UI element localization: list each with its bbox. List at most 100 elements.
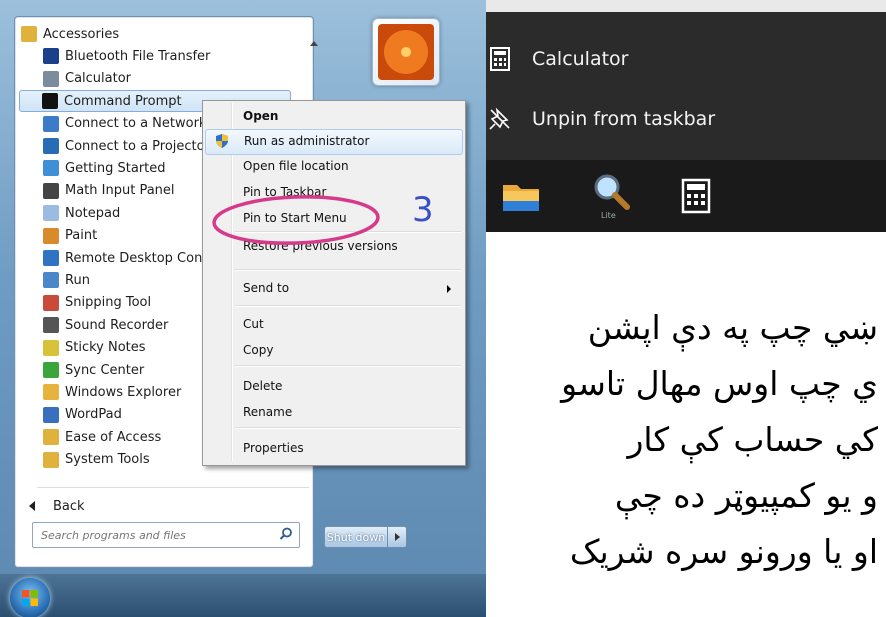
pashto-line-4: و يو کمپيوټر ده چې: [614, 476, 878, 515]
jumplist-label-unpin: Unpin from taskbar: [532, 108, 716, 130]
sync-icon: [43, 362, 59, 378]
magnifier-caption: Lite: [601, 211, 616, 220]
context-menu-item[interactable]: Delete: [205, 375, 461, 399]
command-prompt-icon: [42, 93, 58, 110]
context-menu-item[interactable]: Run as administrator: [205, 129, 463, 155]
search-box[interactable]: [32, 522, 300, 548]
search-icon[interactable]: [279, 527, 293, 541]
start-button[interactable]: [10, 578, 50, 617]
program-label: Sticky Notes: [65, 340, 146, 356]
getting-started-icon: [43, 160, 59, 177]
jumplist-label-calculator: Calculator: [532, 48, 629, 70]
folder-icon: [43, 429, 59, 446]
file-explorer-icon[interactable]: [486, 160, 556, 232]
unpin-icon: [486, 105, 514, 133]
program-label: Windows Explorer: [65, 384, 182, 400]
calculator-icon: [486, 45, 514, 73]
search-input[interactable]: [39, 526, 263, 544]
calculator-icon: [43, 70, 59, 87]
context-menu-label: Properties: [243, 441, 304, 455]
program-label: WordPad: [65, 407, 122, 423]
wordpad-icon: [43, 406, 59, 423]
program-label: Snipping Tool: [65, 295, 152, 311]
sticky-notes-icon: [43, 339, 59, 356]
program-label: Connect to a Projector: [65, 138, 210, 154]
context-menu-label: Rename: [243, 405, 293, 419]
projector-icon: [43, 138, 59, 154]
paint-icon: [43, 227, 59, 244]
context-menu-label: Send to: [243, 281, 290, 295]
bluetooth-icon: [43, 48, 59, 65]
highlight-circle-annotation: [212, 195, 380, 245]
taskbar-pinned-icons: Lite: [486, 160, 886, 232]
program-label: Paint: [65, 228, 98, 244]
calculator-tile-icon[interactable]: [661, 160, 731, 232]
context-menu-item[interactable]: Cut: [205, 313, 461, 337]
run-icon: [43, 272, 59, 289]
explorer-icon: [43, 384, 59, 401]
program-label: Getting Started: [65, 160, 166, 176]
folder-icon: [21, 26, 37, 42]
context-menu: Open Run as administrator Open file locati…: [202, 100, 466, 466]
uac-shield-icon: [216, 134, 228, 148]
magnifier-icon[interactable]: Lite: [576, 160, 646, 232]
program-label: Run: [65, 272, 90, 288]
chevron-right-icon: [394, 533, 400, 541]
back-arrow-icon: [29, 501, 35, 511]
pashto-line-3: کي حساب کې کار: [627, 420, 878, 459]
taskbar: [0, 574, 486, 617]
programs-separator: [37, 487, 309, 488]
jumplist-top-strip: [486, 0, 886, 12]
context-menu-item[interactable]: Send to: [205, 277, 461, 301]
context-menu-item[interactable]: Properties: [205, 437, 461, 461]
program-label: Sound Recorder: [65, 317, 169, 333]
program-item[interactable]: Accessories: [21, 23, 291, 45]
shutdown-button[interactable]: Shut down: [324, 526, 388, 548]
step-number-annotation: 3: [412, 190, 434, 230]
scissors-icon: [43, 294, 59, 311]
shutdown-control: Shut down: [324, 526, 408, 548]
program-label: Notepad: [65, 205, 121, 221]
context-menu-label: Copy: [243, 343, 274, 357]
notepad-icon: [43, 205, 59, 222]
pashto-line-5: او يا ورونو سره شريک: [569, 532, 878, 571]
context-menu-item[interactable]: Copy: [205, 339, 461, 363]
scroll-up-arrow-icon[interactable]: [310, 41, 318, 46]
context-menu-separator: [235, 427, 461, 429]
program-label: Connect to a Network: [65, 116, 207, 132]
windows-flag-icon: [22, 590, 38, 606]
user-avatar[interactable]: [372, 18, 440, 86]
microphone-icon: [43, 317, 59, 334]
folder-icon: [43, 451, 59, 468]
context-menu-label: Delete: [243, 379, 283, 393]
jumplist-item-calculator[interactable]: Calculator: [486, 30, 886, 88]
back-button[interactable]: Back: [29, 495, 85, 517]
network-projector-icon: [43, 115, 59, 132]
program-label: Math Input Panel: [65, 183, 175, 199]
program-label: System Tools: [65, 452, 150, 468]
pashto-line-1: ښي چپ په دې اپشن: [587, 308, 878, 347]
program-item[interactable]: Bluetooth File Transfer: [43, 45, 313, 67]
context-menu-label: Open: [243, 109, 279, 123]
program-label: Ease of Access: [65, 429, 162, 445]
context-menu-item[interactable]: Open: [205, 105, 461, 129]
context-menu-label: Open file location: [243, 159, 349, 173]
pashto-text-block: ښي چپ په دې اپشن ي چپ اوس مهال تاسو کي ح…: [486, 232, 886, 617]
remote-desktop-icon: [43, 250, 59, 266]
taskbar-jumplist: Calculator Unpin from taskbar Lite: [486, 0, 886, 232]
shutdown-options-button[interactable]: [388, 526, 407, 548]
program-item[interactable]: Calculator: [43, 68, 313, 90]
context-menu-item[interactable]: Open file location: [205, 155, 461, 179]
context-menu-separator: [235, 269, 461, 271]
program-label: Command Prompt: [64, 93, 182, 109]
context-menu-item[interactable]: Rename: [205, 401, 461, 425]
context-menu-label: Run as administrator: [244, 134, 370, 148]
pashto-line-2: ي چپ اوس مهال تاسو: [561, 364, 878, 403]
jumplist-item-unpin[interactable]: Unpin from taskbar: [486, 90, 886, 148]
back-label: Back: [53, 498, 85, 514]
flower-picture-icon: [378, 24, 434, 80]
context-menu-separator: [235, 365, 461, 367]
context-menu-label: Cut: [243, 317, 264, 331]
program-label: Calculator: [65, 71, 132, 87]
context-menu-separator: [235, 305, 461, 307]
